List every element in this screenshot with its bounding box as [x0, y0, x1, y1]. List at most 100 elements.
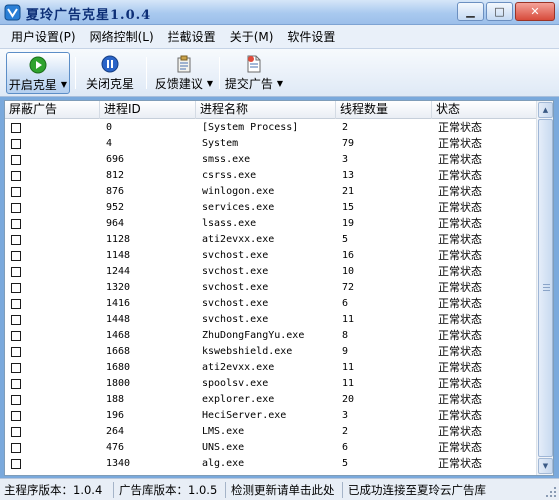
table-row[interactable]: 1448 svchost.exe 11 正常状态	[5, 312, 536, 328]
table-row[interactable]: 964 lsass.exe 19 正常状态	[5, 216, 536, 232]
block-ad-checkbox[interactable]	[11, 283, 21, 293]
table-row[interactable]: 696 smss.exe 3 正常状态	[5, 152, 536, 168]
block-ad-checkbox[interactable]	[11, 171, 21, 181]
chevron-down-icon[interactable]: ▼	[61, 80, 67, 89]
table-row[interactable]: 188 explorer.exe 20 正常状态	[5, 392, 536, 408]
block-ad-checkbox[interactable]	[11, 379, 21, 389]
stop-button[interactable]: 关闭克星	[80, 52, 140, 94]
process-id: 196	[106, 410, 125, 421]
process-name: svchost.exe	[202, 314, 269, 325]
table-row[interactable]: 1800 spoolsv.exe 11 正常状态	[5, 376, 536, 392]
resize-grip-icon[interactable]	[545, 486, 557, 498]
process-name: explorer.exe	[202, 394, 275, 405]
table-row[interactable]: 1680 ati2evxx.exe 11 正常状态	[5, 360, 536, 376]
table-row[interactable]: 812 csrss.exe 13 正常状态	[5, 168, 536, 184]
feedback-button-label: 反馈建议	[154, 77, 203, 91]
minimize-button[interactable]: ▁	[457, 2, 484, 21]
process-name: ZhuDongFangYu.exe	[202, 330, 305, 341]
process-id: 1320	[106, 282, 131, 293]
table-row[interactable]: 876 winlogon.exe 21 正常状态	[5, 184, 536, 200]
menu-about[interactable]: 关于(M)	[223, 28, 281, 45]
process-id: 1668	[106, 346, 131, 357]
table-row[interactable]: 4 System 79 正常状态	[5, 136, 536, 152]
table-row[interactable]: 196 HeciServer.exe 3 正常状态	[5, 408, 536, 424]
chevron-down-icon[interactable]: ▼	[207, 79, 213, 88]
table-row[interactable]: 952 services.exe 15 正常状态	[5, 200, 536, 216]
vertical-scrollbar[interactable]: ▲ ▼	[536, 101, 553, 475]
block-ad-checkbox[interactable]	[11, 251, 21, 261]
table-row[interactable]: 1416 svchost.exe 6 正常状态	[5, 296, 536, 312]
col-header-threads[interactable]: 线程数量	[336, 101, 432, 119]
table-row[interactable]: 264 LMS.exe 2 正常状态	[5, 424, 536, 440]
thread-count: 19	[342, 218, 355, 229]
table-row[interactable]: 1668 kswebshield.exe 9 正常状态	[5, 344, 536, 360]
table-row[interactable]: 0 [System Process] 2 正常状态	[5, 120, 536, 136]
maximize-button[interactable]: □	[486, 2, 513, 21]
process-name: services.exe	[202, 202, 275, 213]
menu-software-settings[interactable]: 软件设置	[280, 28, 342, 45]
menu-block-settings[interactable]: 拦截设置	[161, 28, 223, 45]
process-list[interactable]: 屏蔽广告 进程ID 进程名称 线程数量 状态 0 [System Process]…	[4, 100, 554, 476]
thread-count: 3	[342, 410, 349, 421]
maximize-icon: □	[494, 5, 505, 18]
check-update-link[interactable]: 检测更新请单击此处	[231, 482, 335, 498]
col-header-name[interactable]: 进程名称	[196, 101, 336, 119]
chevron-down-icon[interactable]: ▼	[277, 79, 283, 88]
table-row[interactable]: 1320 svchost.exe 72 正常状态	[5, 280, 536, 296]
block-ad-checkbox[interactable]	[11, 123, 21, 133]
scroll-down-arrow-icon[interactable]: ▼	[538, 458, 553, 474]
block-ad-checkbox[interactable]	[11, 411, 21, 421]
stop-button-label: 关闭克星	[85, 77, 134, 91]
process-status: 正常状态	[438, 377, 482, 390]
col-header-pid[interactable]: 进程ID	[100, 101, 196, 119]
status-bar: 主程序版本：1.0.4 广告库版本：1.0.5 检测更新请单击此处 已成功连接至…	[0, 478, 559, 500]
table-row[interactable]: 1340 alg.exe 5 正常状态	[5, 456, 536, 472]
close-button[interactable]: ✕	[515, 2, 555, 21]
scroll-up-arrow-icon[interactable]: ▲	[538, 102, 553, 118]
process-id: 1244	[106, 266, 131, 277]
block-ad-checkbox[interactable]	[11, 235, 21, 245]
process-id: 476	[106, 442, 125, 453]
process-id: 952	[106, 202, 125, 213]
thread-count: 8	[342, 330, 349, 341]
app-logo-icon	[4, 4, 21, 21]
thread-count: 6	[342, 442, 349, 453]
feedback-button[interactable]: 反馈建议 ▼	[152, 52, 216, 94]
start-button[interactable]: 开启克星 ▼	[6, 52, 70, 94]
process-name: svchost.exe	[202, 282, 269, 293]
table-row[interactable]: 1244 svchost.exe 10 正常状态	[5, 264, 536, 280]
block-ad-checkbox[interactable]	[11, 347, 21, 357]
block-ad-checkbox[interactable]	[11, 139, 21, 149]
table-row[interactable]: 1128 ati2evxx.exe 5 正常状态	[5, 232, 536, 248]
table-row[interactable]: 476 UNS.exe 6 正常状态	[5, 440, 536, 456]
menu-bar: 用户设置(P) 网络控制(L) 拦截设置 关于(M) 软件设置	[0, 25, 559, 49]
thread-count: 72	[342, 282, 355, 293]
menu-user-settings[interactable]: 用户设置(P)	[4, 28, 83, 45]
block-ad-checkbox[interactable]	[11, 427, 21, 437]
scrollbar-thumb[interactable]	[538, 119, 553, 457]
block-ad-checkbox[interactable]	[11, 299, 21, 309]
process-name: winlogon.exe	[202, 186, 275, 197]
block-ad-checkbox[interactable]	[11, 203, 21, 213]
block-ad-checkbox[interactable]	[11, 267, 21, 277]
process-status: 正常状态	[438, 169, 482, 182]
block-ad-checkbox[interactable]	[11, 219, 21, 229]
block-ad-checkbox[interactable]	[11, 459, 21, 469]
block-ad-checkbox[interactable]	[11, 155, 21, 165]
block-ad-checkbox[interactable]	[11, 315, 21, 325]
process-id: 1416	[106, 298, 131, 309]
process-id: 264	[106, 426, 125, 437]
block-ad-checkbox[interactable]	[11, 443, 21, 453]
col-header-status[interactable]: 状态	[432, 101, 536, 119]
block-ad-checkbox[interactable]	[11, 363, 21, 373]
thread-count: 9	[342, 346, 349, 357]
process-id: 812	[106, 170, 125, 181]
menu-network-control[interactable]: 网络控制(L)	[83, 28, 161, 45]
table-row[interactable]: 1468 ZhuDongFangYu.exe 8 正常状态	[5, 328, 536, 344]
table-row[interactable]: 1148 svchost.exe 16 正常状态	[5, 248, 536, 264]
block-ad-checkbox[interactable]	[11, 187, 21, 197]
col-header-block[interactable]: 屏蔽广告	[5, 101, 100, 119]
submit-ad-button[interactable]: 提交广告 ▼	[224, 52, 284, 94]
block-ad-checkbox[interactable]	[11, 395, 21, 405]
block-ad-checkbox[interactable]	[11, 331, 21, 341]
